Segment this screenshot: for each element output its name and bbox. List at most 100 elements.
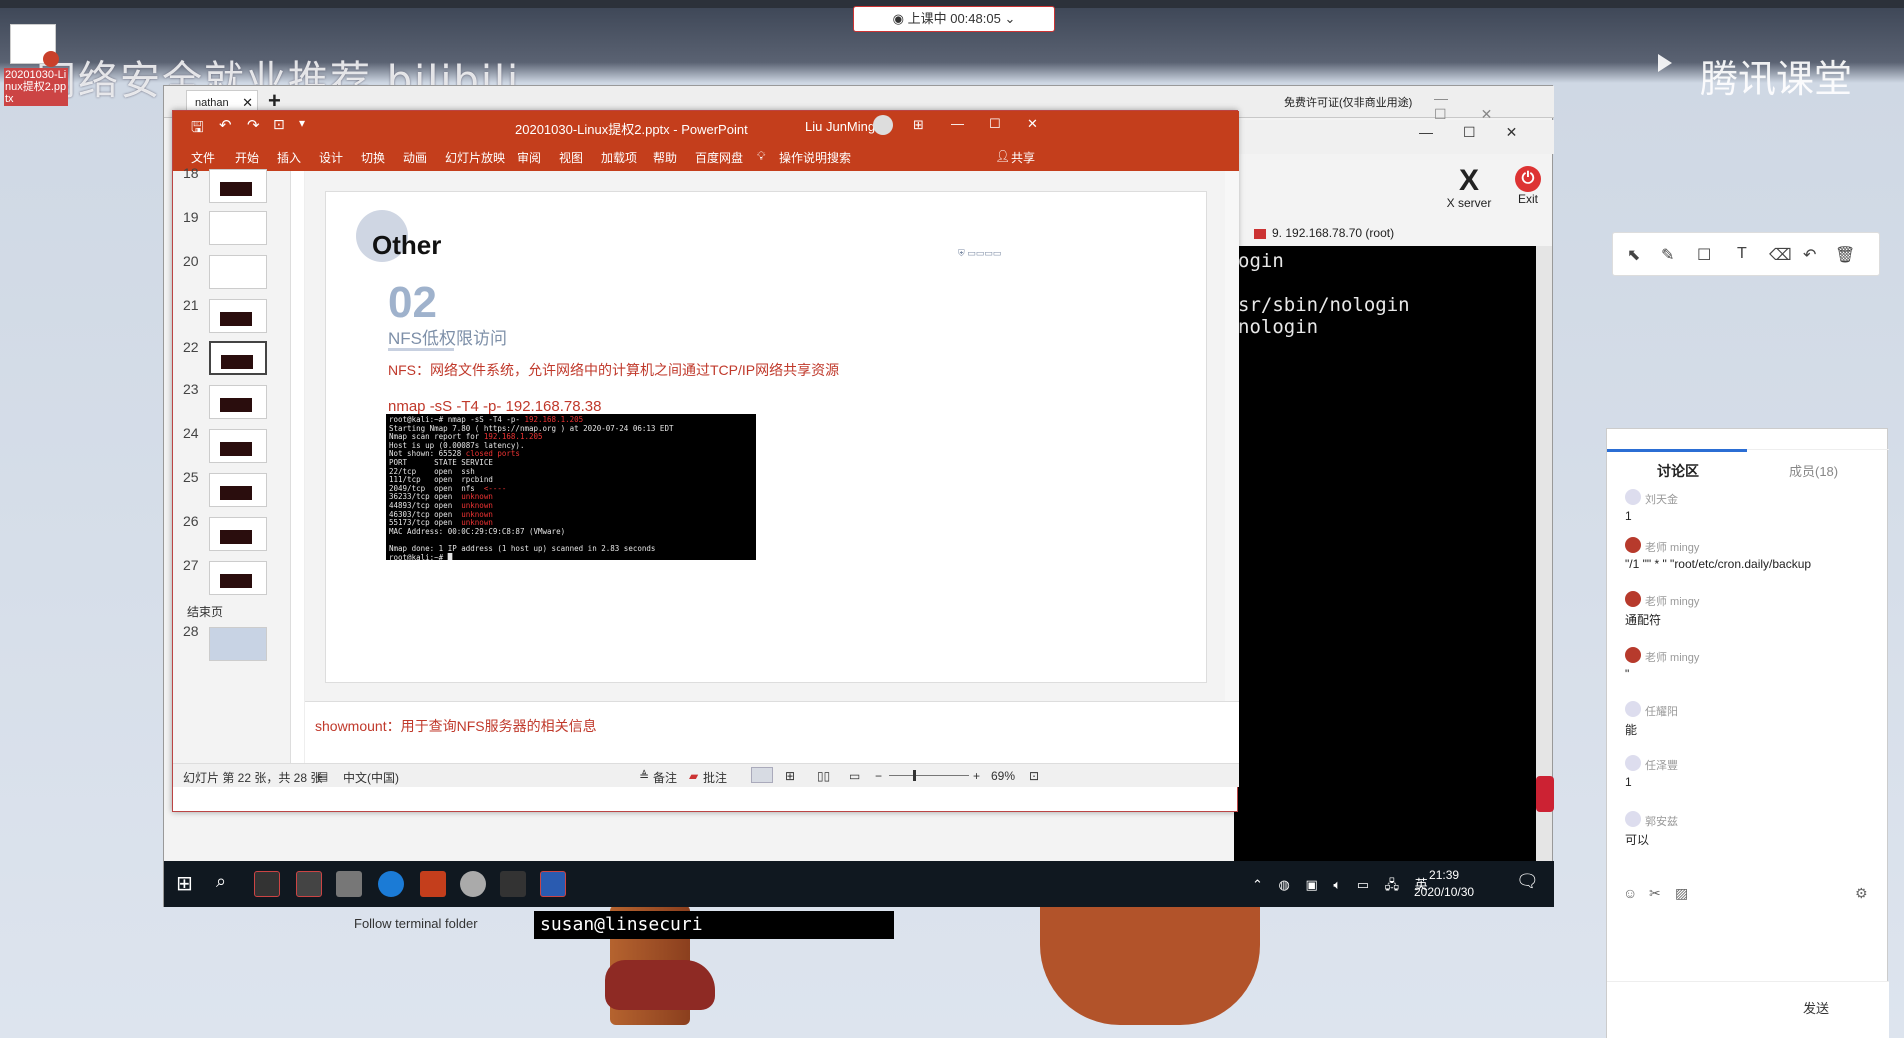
minimize-icon[interactable]: — xyxy=(1434,90,1482,106)
zoom-out-button[interactable]: − xyxy=(875,769,882,783)
exit-button[interactable]: ⏻ Exit xyxy=(1504,166,1552,206)
eraser-icon[interactable]: ⌫ xyxy=(1769,245,1792,265)
pen-icon[interactable]: ✎ xyxy=(1661,245,1674,265)
zoom-in-button[interactable]: + xyxy=(973,769,980,783)
xserver-window-controls[interactable]: —☐✕ xyxy=(1419,124,1547,141)
language-indicator[interactable]: 中文(中国) xyxy=(343,769,399,786)
notification-icon[interactable]: 🗨︎ xyxy=(1516,871,1542,897)
zoom-level[interactable]: 69% xyxy=(991,769,1015,783)
comments-button[interactable]: 批注 xyxy=(703,769,727,786)
app-icon[interactable] xyxy=(460,871,486,897)
zoom-slider[interactable] xyxy=(889,775,969,776)
slide-thumbnail[interactable] xyxy=(209,473,267,507)
clock[interactable]: 21:39 2020/10/30 xyxy=(1414,867,1474,901)
tab-addins[interactable]: 加载项 xyxy=(601,149,637,166)
slide-thumbnail[interactable] xyxy=(209,169,267,203)
file-explorer-icon[interactable] xyxy=(336,871,362,897)
slide-thumbnail[interactable] xyxy=(209,385,267,419)
minimize-icon[interactable]: — xyxy=(951,116,964,131)
zoom-slider-thumb[interactable] xyxy=(913,770,916,781)
maximize-icon[interactable]: ☐ xyxy=(989,116,1001,132)
desktop-file-icon[interactable]: 20201030-Linux提权2.pptx xyxy=(4,24,68,106)
windows-start-icon[interactable]: ⊞ xyxy=(176,871,202,897)
undo-icon[interactable]: ↶ xyxy=(1803,245,1816,265)
close-icon[interactable]: ✕ xyxy=(1027,116,1038,132)
emoji-icon[interactable]: ☺ xyxy=(1623,885,1637,901)
vm-window-controls[interactable]: —☐✕ xyxy=(1434,90,1552,123)
save-icon[interactable]: 🖫︎ xyxy=(191,117,204,142)
scissors-icon[interactable]: ✂ xyxy=(1649,885,1661,902)
slide-thumbnail[interactable] xyxy=(209,255,267,289)
close-icon[interactable]: ✕ xyxy=(1506,124,1548,140)
slide-thumbnail[interactable] xyxy=(209,429,267,463)
trash-icon[interactable]: 🗑︎ xyxy=(1835,245,1855,265)
tab-members[interactable]: 成员(18) xyxy=(1789,461,1838,480)
slide-thumbnail[interactable] xyxy=(209,561,267,595)
tab-insert[interactable]: 插入 xyxy=(277,149,301,166)
customize-toolbar-icon[interactable]: ▾ xyxy=(299,116,305,130)
powerpoint-icon[interactable] xyxy=(420,871,446,897)
settings-icon[interactable]: ⚙ xyxy=(1855,885,1868,902)
terminal-scrollbar[interactable] xyxy=(1536,246,1552,866)
terminal-app-icon[interactable] xyxy=(500,871,526,897)
user-name[interactable]: Liu JunMing xyxy=(805,119,875,134)
share-button[interactable]: 共享 xyxy=(1011,149,1035,166)
snipping-tool-icon[interactable] xyxy=(254,871,280,897)
xserver-button[interactable]: X X server xyxy=(1439,166,1499,211)
fit-slide-icon[interactable]: ⊡ xyxy=(1029,769,1039,783)
tab-file[interactable]: 文件 xyxy=(191,149,215,166)
slide-thumbnail[interactable] xyxy=(209,627,267,661)
play-icon[interactable] xyxy=(1658,54,1672,72)
live-status-badge[interactable]: ◉ 上课中 00:48:05 ⌄ xyxy=(853,6,1055,32)
side-badge[interactable] xyxy=(1536,776,1554,812)
slide-thumbnail[interactable] xyxy=(209,211,267,245)
normal-view-icon[interactable] xyxy=(751,767,773,783)
tab-animations[interactable]: 动画 xyxy=(403,149,427,166)
tab-help[interactable]: 帮助 xyxy=(653,149,677,166)
tab-discussion[interactable]: 讨论区 xyxy=(1657,461,1699,481)
copy-app-icon[interactable] xyxy=(296,871,322,897)
tab-slideshow[interactable]: 幻灯片放映 xyxy=(445,149,505,166)
pointer-icon[interactable]: ⬉ xyxy=(1627,245,1640,265)
thumbnails-scrollbar[interactable] xyxy=(291,171,305,763)
tab-transitions[interactable]: 切换 xyxy=(361,149,385,166)
spellcheck-icon[interactable]: ▤ xyxy=(317,769,328,783)
notes-button[interactable]: 备注 xyxy=(653,769,677,786)
vmware-icon[interactable] xyxy=(540,871,566,897)
terminal-tab[interactable]: 9. 192.168.78.70 (root) xyxy=(1254,226,1394,240)
redo-icon[interactable]: ↷ xyxy=(247,116,260,134)
tab-view[interactable]: 视图 xyxy=(559,149,583,166)
image-icon[interactable]: ▨ xyxy=(1675,885,1688,902)
chat-input-area[interactable]: 发送 xyxy=(1607,981,1889,1038)
avatar[interactable] xyxy=(873,115,893,135)
reading-view-icon[interactable]: ▯▯ xyxy=(817,769,830,783)
slide-sorter-icon[interactable]: ⊞ xyxy=(785,769,795,783)
slide-scrollbar[interactable] xyxy=(1225,171,1239,701)
speaker-notes[interactable]: showmount：用于查询NFS服务器的相关信息 xyxy=(305,701,1239,763)
msg-author: 老师 mingy xyxy=(1645,542,1700,554)
tell-me-search[interactable]: 操作说明搜索 xyxy=(779,149,851,166)
edge-browser-icon[interactable] xyxy=(378,871,404,897)
terminal-output[interactable]: ogin sr/sbin/nologin nologin xyxy=(1234,246,1536,866)
tab-design[interactable]: 设计 xyxy=(319,149,343,166)
slideshow-icon[interactable]: ▭ xyxy=(849,769,860,783)
ribbon-display-icon[interactable]: ⊞ xyxy=(913,117,924,133)
restore-icon[interactable]: ☐ xyxy=(1463,124,1506,140)
rectangle-icon[interactable]: ☐ xyxy=(1697,245,1711,265)
search-icon[interactable]: ⌕ xyxy=(216,871,242,897)
slide-thumbnail[interactable] xyxy=(209,517,267,551)
system-tray[interactable]: ⌃ ◍ ▣ 🔈︎ ▭ 🖧 英 xyxy=(1252,874,1434,898)
tab-review[interactable]: 审阅 xyxy=(517,149,541,166)
section-end-label[interactable]: 结束页 xyxy=(187,603,223,620)
current-slide[interactable]: Other ⛨ ▭▭▭▭ 02 NFS低权限访问 NFS：网络文件系统，允许网络… xyxy=(325,191,1207,683)
slide-thumbnail[interactable] xyxy=(209,299,267,333)
tab-home[interactable]: 开始 xyxy=(235,149,259,166)
tab-baidu-netdisk[interactable]: 百度网盘 xyxy=(695,149,743,166)
present-icon[interactable]: ⊡ xyxy=(273,116,285,133)
minimize-icon[interactable]: — xyxy=(1419,124,1463,140)
text-icon[interactable]: T xyxy=(1737,245,1747,263)
undo-icon[interactable]: ↶ xyxy=(219,116,232,134)
follow-folder-checkbox[interactable]: Follow terminal folder xyxy=(354,916,478,931)
slide-thumbnail-selected[interactable] xyxy=(209,341,267,375)
send-button[interactable]: 发送 xyxy=(1803,998,1829,1017)
